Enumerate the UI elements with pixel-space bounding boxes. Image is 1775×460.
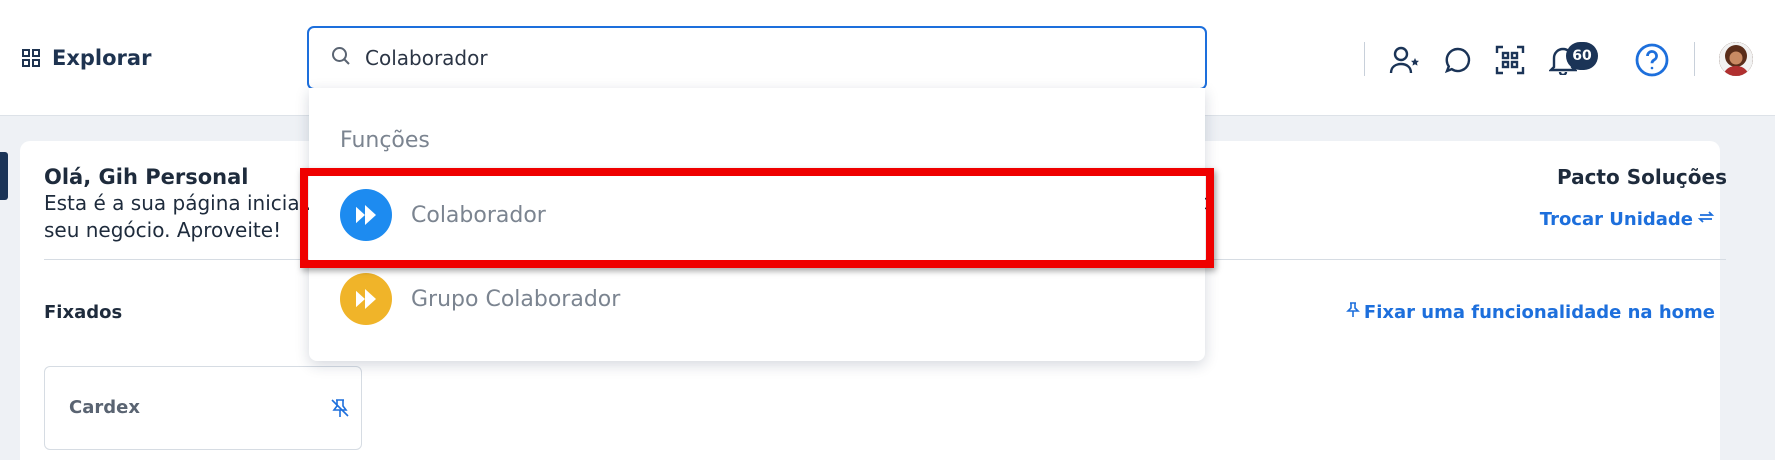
unit-name: Pacto Soluções (1556, 165, 1727, 189)
pin-feature-link[interactable]: Fixar uma funcionalidade na home (1345, 302, 1715, 323)
fast-forward-icon (340, 189, 392, 241)
pinned-title: Fixados (44, 302, 123, 323)
chat-icon[interactable] (1438, 40, 1478, 80)
pin-feature-label: Fixar uma funcionalidade na home (1363, 302, 1715, 323)
change-unit-link[interactable]: Trocar Unidade (1540, 208, 1715, 231)
result-item-colaborador[interactable]: Colaborador (309, 179, 1205, 251)
result-label: Colaborador (411, 202, 546, 228)
pinned-tile-cardex[interactable]: Cardex (44, 366, 362, 450)
greeting-line-1: Esta é a sua página inicial. P (44, 191, 330, 215)
search-icon (331, 46, 351, 70)
help-icon[interactable] (1632, 40, 1672, 80)
pinned-tile-label: Cardex (69, 397, 140, 418)
change-unit-label: Trocar Unidade (1539, 209, 1693, 230)
search-results-dropdown: Funções Colaborador Grupo Colaborador (309, 88, 1205, 361)
result-label: Grupo Colaborador (411, 286, 621, 312)
greeting-line-2: seu negócio. Aproveite! (44, 218, 282, 242)
search-input[interactable] (365, 46, 1165, 70)
grid-icon (22, 49, 40, 67)
section-label-funcoes: Funções (340, 128, 430, 153)
avatar[interactable] (1719, 42, 1753, 76)
pin-icon (1345, 302, 1360, 323)
greeting-text: Esta é a sua página inicial. P seu negóc… (44, 190, 344, 244)
explore-menu[interactable]: Explorar (22, 46, 151, 70)
header-divider (1694, 42, 1695, 76)
unpin-icon[interactable] (329, 397, 353, 421)
side-indicator (0, 152, 8, 200)
explore-label: Explorar (52, 46, 152, 70)
swap-icon (1697, 208, 1715, 231)
search-box[interactable] (307, 26, 1207, 90)
notification-badge: 60 (1566, 42, 1598, 70)
fast-forward-icon (340, 273, 392, 325)
qr-code-icon[interactable] (1490, 40, 1530, 80)
greeting-title: Olá, Gih Personal (44, 165, 249, 189)
header-divider (1364, 42, 1365, 76)
add-user-icon[interactable] (1385, 40, 1425, 80)
result-item-grupo-colaborador[interactable]: Grupo Colaborador (309, 263, 1205, 335)
